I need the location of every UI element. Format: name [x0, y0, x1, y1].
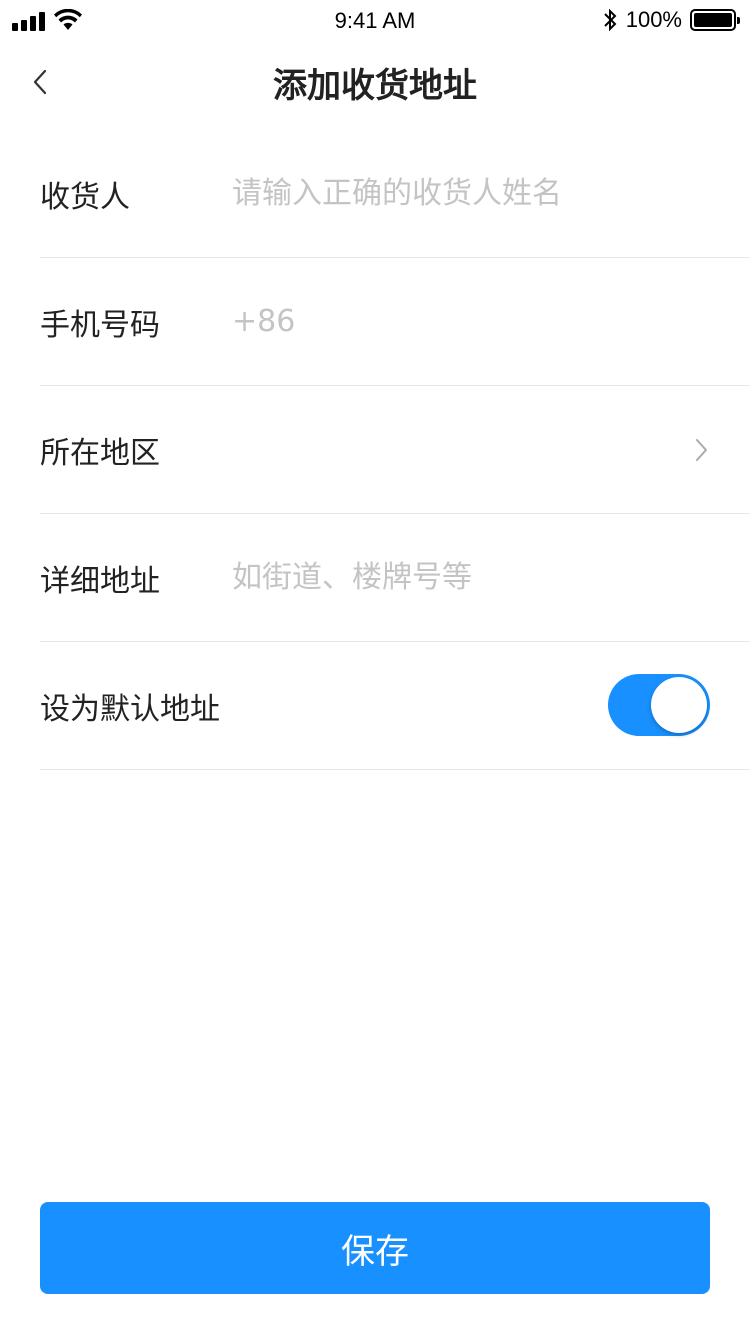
battery-percent: 100%	[625, 7, 682, 32]
phone-row: 手机号码 +86	[40, 258, 750, 386]
bluetooth-icon	[604, 8, 617, 32]
region-label: 所在地区	[40, 435, 160, 471]
status-bar: 9:41 AM 100%	[0, 0, 750, 42]
chevron-right-icon	[696, 438, 707, 461]
address-form: 收货人 手机号码 +86 所在地区 详细地址 设为默认地址	[0, 130, 750, 770]
detail-address-row: 详细地址	[40, 514, 750, 642]
detail-address-label: 详细地址	[40, 563, 160, 599]
region-row[interactable]: 所在地区	[40, 386, 750, 514]
phone-input[interactable]	[303, 304, 750, 339]
default-address-row: 设为默认地址	[40, 642, 750, 770]
status-right: 100%	[602, 7, 740, 33]
add-address-screen: 9:41 AM 100% 添加收货地址 收货人 手机号码 +	[0, 0, 750, 1334]
toggle-knob	[651, 676, 707, 733]
nav-bar: 添加收货地址	[0, 42, 750, 120]
phone-label: 手机号码	[40, 307, 160, 343]
default-address-label: 设为默认地址	[40, 691, 220, 727]
page-title: 添加收货地址	[273, 66, 477, 106]
default-address-toggle[interactable]	[608, 673, 710, 736]
country-code-prefix: +86	[232, 304, 296, 339]
recipient-row: 收货人	[40, 130, 750, 258]
battery-icon	[690, 9, 740, 31]
recipient-input[interactable]	[232, 176, 750, 211]
detail-address-input[interactable]	[232, 560, 750, 595]
save-button[interactable]: 保存	[40, 1202, 710, 1294]
recipient-label: 收货人	[40, 179, 130, 215]
